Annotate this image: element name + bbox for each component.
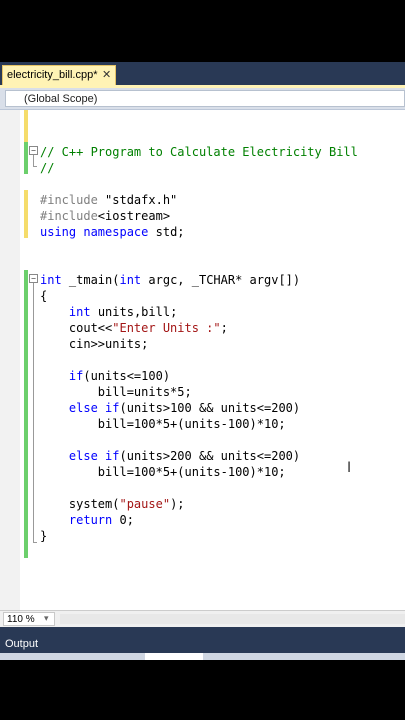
indicator-margin xyxy=(0,110,20,610)
fold-guide xyxy=(33,155,34,166)
ide-window: electricity_bill.cpp* ✕ (Global Scope) −… xyxy=(0,62,405,660)
chevron-down-icon: ▾ xyxy=(44,613,49,623)
code-editor[interactable]: − − // C++ Program to Calculate Electric… xyxy=(0,110,405,610)
change-marker xyxy=(24,110,28,142)
collapse-icon[interactable]: − xyxy=(29,274,38,283)
output-panel-header: Output xyxy=(0,635,405,655)
fold-guide-end xyxy=(33,166,37,167)
code-line: else if(units>200 && units<=200) xyxy=(68,449,301,463)
code-line: return 0; xyxy=(68,513,134,527)
change-marker xyxy=(24,270,28,558)
close-icon[interactable]: ✕ xyxy=(102,68,111,81)
code-line: { xyxy=(40,289,48,303)
code-line: } xyxy=(40,529,48,543)
code-line: else if(units>100 && units<=200) xyxy=(68,401,301,415)
code-line: // xyxy=(40,161,55,175)
code-line: #include "stdafx.h" xyxy=(40,193,178,207)
output-title: Output xyxy=(5,638,39,650)
output-toolbar-item[interactable] xyxy=(145,653,203,660)
fold-guide-end xyxy=(33,542,37,543)
document-tabstrip: electricity_bill.cpp* ✕ xyxy=(0,62,405,86)
fold-guide xyxy=(33,283,34,542)
code-line: using namespace std; xyxy=(40,225,185,239)
zoom-dropdown[interactable]: 110 % ▾ xyxy=(3,612,55,626)
code-line: #include<iostream> xyxy=(40,209,171,223)
tab-electricity-bill[interactable]: electricity_bill.cpp* ✕ xyxy=(2,65,116,86)
code-line: bill=100*5+(units-100)*10; xyxy=(40,417,286,431)
text-cursor-icon: I xyxy=(347,460,352,476)
code-line: system("pause"); xyxy=(40,497,185,511)
editor-statusbar: 110 % ▾ xyxy=(0,610,405,627)
scope-label: (Global Scope) xyxy=(24,93,98,105)
code-line: cout<<"Enter Units :"; xyxy=(40,321,228,335)
tab-label: electricity_bill.cpp* xyxy=(7,69,98,81)
code-line: // C++ Program to Calculate Electricity … xyxy=(40,145,358,159)
scope-dropdown[interactable]: (Global Scope) xyxy=(5,90,405,107)
horizontal-scrollbar[interactable] xyxy=(60,614,405,624)
code-line: bill=units*5; xyxy=(40,385,192,399)
navigation-bar: (Global Scope) xyxy=(0,88,405,110)
collapse-icon[interactable]: − xyxy=(29,146,38,155)
code-line: cin>>units; xyxy=(40,337,149,351)
change-marker xyxy=(24,190,28,238)
code-line: int units,bill; xyxy=(68,305,178,319)
code-line: if(units<=100) xyxy=(68,369,171,383)
code-line: bill=100*5+(units-100)*10; xyxy=(40,465,286,479)
change-marker xyxy=(24,142,28,174)
zoom-level: 110 % xyxy=(7,614,35,625)
code-line: int _tmain(int argc, _TCHAR* argv[]) xyxy=(40,273,301,287)
